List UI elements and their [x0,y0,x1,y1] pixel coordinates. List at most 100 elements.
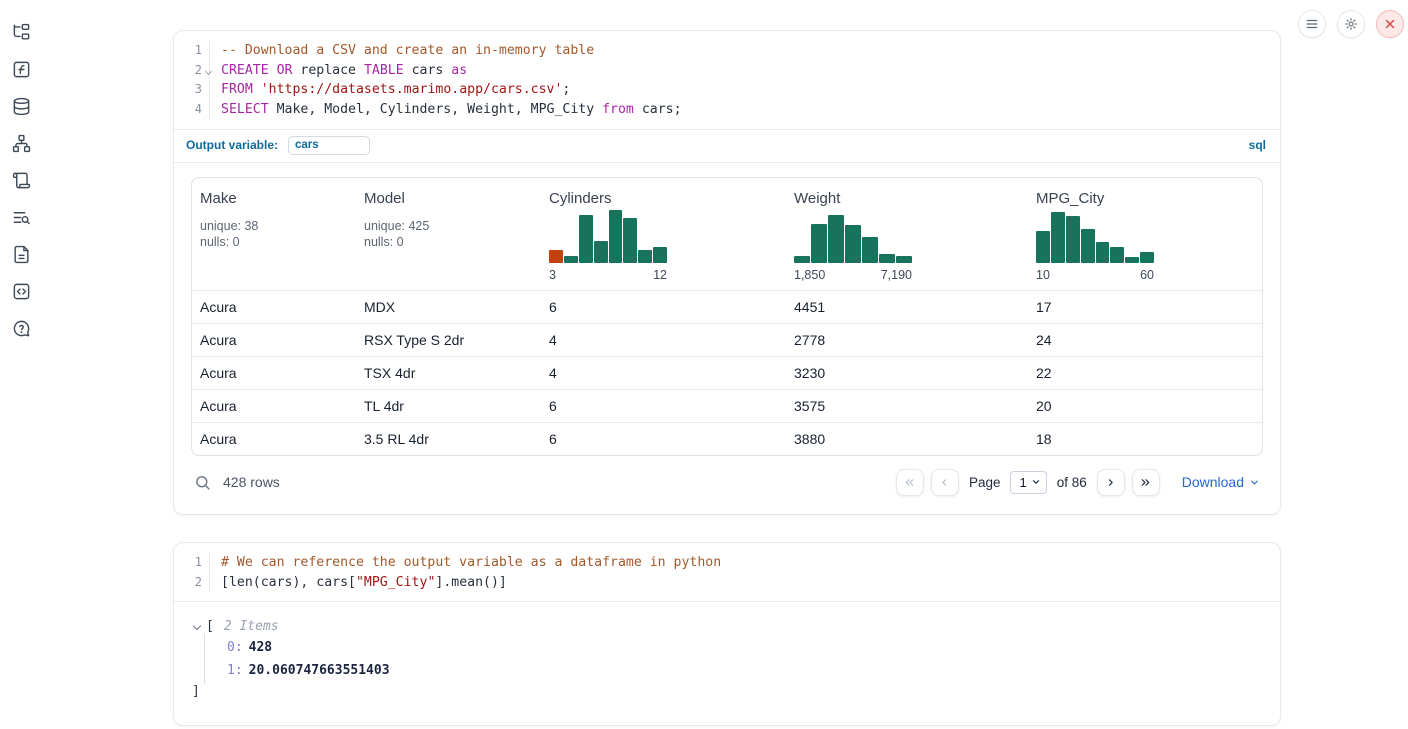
first-page-button[interactable] [896,469,924,496]
variables-icon[interactable] [11,59,31,79]
python-code-editor[interactable]: 1# We can reference the output variable … [174,543,1280,601]
table-cell: 2778 [786,324,1028,356]
column-stats: unique: 425nulls: 0 [364,218,541,251]
documentation-icon[interactable] [11,244,31,264]
menu-button[interactable] [1298,10,1326,38]
histogram-bar[interactable] [794,256,810,262]
histogram-bar[interactable] [1140,252,1154,263]
code-token [253,82,261,97]
chevrons-left-icon [903,476,916,489]
collapse-chevron-icon[interactable] [192,622,202,632]
code-token: OR [277,63,293,78]
table-header: Makeunique: 38nulls: 0Modelunique: 425nu… [192,178,1262,290]
histogram-bar[interactable] [879,254,895,262]
download-button[interactable]: Download [1182,474,1260,490]
histogram-bar[interactable] [845,225,861,263]
code-token: FROM [221,82,253,97]
histogram-bar[interactable] [1036,231,1050,263]
language-badge[interactable]: sql [1249,138,1266,152]
column-title: Cylinders [549,190,786,207]
scratchpad-icon[interactable] [11,170,31,190]
axis-max-label: 7,190 [881,268,912,282]
tree-root: [ 2 Items [192,619,1262,634]
settings-button[interactable] [1337,10,1365,38]
page-select[interactable]: 1 [1010,471,1046,494]
code-line: 3FROM 'https://datasets.marimo.app/cars.… [174,80,1280,100]
shutdown-button[interactable] [1376,10,1404,38]
histogram-bars[interactable] [1036,210,1154,263]
histogram-bar[interactable] [579,215,593,263]
dependency-graph-icon[interactable] [11,133,31,153]
code-token: # We can reference the output variable a… [221,555,721,570]
histogram-bars[interactable] [549,210,667,263]
snippets-icon[interactable] [11,281,31,301]
histogram-bar[interactable] [1096,242,1110,263]
window-controls [1298,10,1404,38]
table-row[interactable]: Acura3.5 RL 4dr6388018 [192,422,1262,455]
code-token: cars [404,63,452,78]
code-token: "MPG_City" [356,575,435,590]
code-text: [len(cars), cars["MPG_City"].mean()] [210,573,507,593]
table-cell: 3880 [786,423,1028,455]
page-count-label: of 86 [1057,475,1087,490]
histogram-bar[interactable] [1051,212,1065,262]
column-header[interactable]: Makeunique: 38nulls: 0 [192,190,356,282]
line-gutter: 3 [174,80,210,100]
table-cell: 3.5 RL 4dr [356,423,541,455]
logs-icon[interactable] [11,207,31,227]
table-cell: 4 [541,324,786,356]
column-header[interactable]: Cylinders312 [541,190,786,282]
column-header[interactable]: Modelunique: 425nulls: 0 [356,190,541,282]
histogram-bar[interactable] [609,210,623,263]
code-line: 2CREATE OR replace TABLE cars as [174,61,1280,81]
column-histogram: 1,8507,190 [794,210,912,282]
histogram-bar[interactable] [638,250,652,263]
code-line: 1-- Download a CSV and create an in-memo… [174,41,1280,61]
code-token: ; [562,82,570,97]
histogram-bar[interactable] [1066,216,1080,263]
search-icon[interactable] [194,474,211,491]
item-value: 428 [249,640,272,655]
last-page-button[interactable] [1132,469,1160,496]
next-page-button[interactable] [1097,469,1125,496]
line-number: 2 [195,573,202,593]
histogram-bar[interactable] [1110,247,1124,262]
output-variable-input[interactable] [288,136,370,155]
histogram-bar[interactable] [594,241,608,263]
previous-page-button[interactable] [931,469,959,496]
table-row[interactable]: AcuraTL 4dr6357520 [192,389,1262,422]
table-row[interactable]: AcuraRSX Type S 2dr4277824 [192,323,1262,356]
histogram-bar[interactable] [564,256,578,263]
histogram-bar[interactable] [862,237,878,263]
axis-max-label: 60 [1140,268,1154,282]
histogram-axis: 1,8507,190 [794,268,912,282]
help-icon[interactable] [11,318,31,338]
fold-chevron-icon[interactable] [206,69,212,75]
histogram-bar[interactable] [811,224,827,263]
histogram-bars[interactable] [794,210,912,263]
histogram-bar[interactable] [653,247,667,263]
datasources-icon[interactable] [11,96,31,116]
table-cell: 6 [541,291,786,323]
table-cell: 3230 [786,357,1028,389]
file-tree-icon[interactable] [11,22,31,42]
output-variable-row: Output variable: sql [174,130,1280,162]
histogram-bar[interactable] [828,215,844,263]
column-header[interactable]: MPG_City1060 [1028,190,1262,282]
code-text: CREATE OR replace TABLE cars as [210,61,467,81]
code-text: SELECT Make, Model, Cylinders, Weight, M… [210,100,682,120]
table-row[interactable]: AcuraMDX6445117 [192,290,1262,323]
code-token [269,63,277,78]
sql-code-editor[interactable]: 1-- Download a CSV and create an in-memo… [174,31,1280,129]
page-label: Page [969,475,1001,490]
histogram-bar[interactable] [549,250,563,263]
histogram-bar[interactable] [623,218,637,263]
histogram-bar[interactable] [1125,257,1139,263]
histogram-bar[interactable] [1081,229,1095,263]
page-select-value: 1 [1019,475,1026,490]
table-body: AcuraMDX6445117AcuraRSX Type S 2dr427782… [192,290,1262,455]
column-header[interactable]: Weight1,8507,190 [786,190,1028,282]
histogram-bar[interactable] [896,256,912,263]
gear-icon [1344,17,1358,31]
table-row[interactable]: AcuraTSX 4dr4323022 [192,356,1262,389]
